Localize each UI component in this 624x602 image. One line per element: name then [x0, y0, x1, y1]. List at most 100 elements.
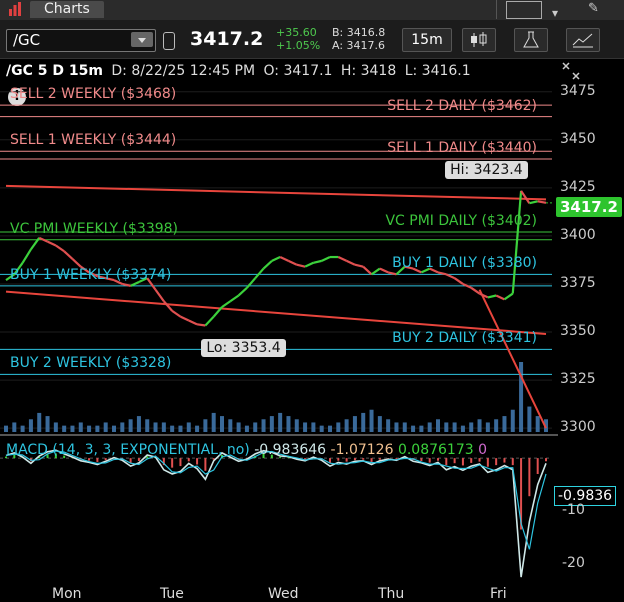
candle-style-button[interactable] [462, 28, 496, 52]
volume-bar [145, 419, 150, 432]
low-label: Lo: 3353.4 [201, 339, 286, 358]
price-segment [354, 263, 364, 268]
titlebar-divider [496, 0, 498, 19]
candlestick-icon [471, 32, 487, 47]
volume-bar [303, 422, 308, 432]
volume-bar [70, 425, 75, 432]
symbol-input[interactable]: /GC [6, 29, 156, 52]
volume-bar [419, 425, 424, 432]
timeframe-button[interactable]: 15m [402, 28, 452, 52]
volume-bar [452, 422, 457, 432]
price-segment [279, 256, 289, 262]
volume-bar [103, 422, 108, 432]
volume-bar [37, 412, 42, 432]
volume-bar [228, 419, 233, 432]
price-segment [313, 259, 322, 264]
link-icon[interactable] [163, 32, 175, 50]
price-segment [71, 258, 82, 268]
price-tick: 3300 [560, 419, 596, 436]
price-segment [487, 294, 497, 299]
studies-button[interactable] [514, 28, 548, 52]
net-change: +35.60 [276, 26, 317, 39]
volume-bar [394, 422, 399, 432]
volume-bar [477, 419, 482, 432]
price-segment [55, 244, 65, 253]
menu-dropdown-icon[interactable]: ▾ [552, 6, 558, 20]
percent-change: +1.05% [276, 39, 321, 52]
volume-bar [527, 406, 532, 432]
volume-bar [402, 422, 407, 432]
trendline [5, 290, 547, 335]
detach-window-button[interactable] [506, 1, 542, 19]
bid-price: B: 3416.8 [332, 26, 386, 39]
price-segment [346, 259, 356, 266]
drawings-button[interactable] [566, 28, 600, 52]
volume-bar [236, 422, 241, 432]
volume-bar [328, 425, 332, 432]
level-label-sell2_weekly: SELL 2 WEEKLY ($3468) [10, 86, 177, 103]
volume-bar [352, 416, 357, 432]
volume-bar [20, 425, 25, 432]
volume-bar [286, 416, 291, 432]
price-segment [163, 300, 173, 312]
level-label-sell1_weekly: SELL 1 WEEKLY ($3444) [10, 132, 177, 149]
price-segment [196, 323, 206, 327]
price-segment [304, 261, 314, 268]
volume-bar [28, 419, 33, 432]
price-segment [511, 190, 523, 294]
volume-bar [4, 425, 8, 432]
price-segment [470, 286, 481, 295]
price-tick: 3450 [560, 130, 596, 147]
chart-settings-icon[interactable] [560, 60, 582, 82]
price-segment [520, 190, 531, 204]
price-segment [296, 263, 306, 268]
symbol-dropdown-button[interactable] [131, 32, 153, 47]
macd-line [5, 449, 547, 578]
bar-low: L: 3416.1 [404, 63, 471, 79]
volume-bar [112, 425, 116, 432]
volume-bar [45, 416, 50, 432]
pin-icon[interactable]: ✎ [588, 1, 599, 16]
level-label-vc_daily: VC PMI DAILY ($3402) [385, 213, 537, 230]
level-label-vc_weekly: VC PMI WEEKLY ($3398) [10, 220, 179, 237]
chart-toolbar: /GC 3417.2 +35.60 +1.05% B: 3416.8 A: 34… [0, 20, 624, 59]
price-segment [262, 260, 273, 270]
volume-bar [294, 419, 299, 432]
volume-bar [161, 422, 166, 432]
price-segment [237, 286, 248, 297]
time-axis: Mon Tue Wed Thu Fri [0, 586, 558, 602]
volume-bar [535, 416, 540, 432]
price-tick: 3475 [560, 82, 596, 99]
price-segment [204, 315, 215, 327]
price-segment [47, 240, 57, 247]
macd-tick: -10 [562, 502, 585, 518]
bid-ask: B: 3416.8 A: 3417.6 [332, 26, 385, 52]
macd-legend: MACD (14, 3, 3, EXPONENTIAL, no) -0.9836… [6, 442, 487, 458]
price-segment [337, 256, 348, 262]
macd-flag: 0 [478, 442, 488, 458]
price-tick: 3350 [560, 323, 596, 340]
price-tick: 3375 [560, 274, 596, 291]
price-tick: 3400 [560, 226, 596, 243]
high-label: Hi: 3423.4 [445, 160, 528, 179]
price-tick: 3425 [560, 178, 596, 195]
price-segment [503, 292, 514, 301]
volume-bar [502, 416, 507, 432]
charts-icon [9, 2, 21, 16]
price-segment [453, 277, 464, 285]
symbol-text: /GC [13, 31, 41, 49]
macd-diff: 0.0876173 [397, 442, 474, 458]
level-label-buy2_weekly: BUY 2 WEEKLY ($3328) [10, 355, 172, 372]
price-tick: 3325 [560, 371, 596, 388]
volume-bar [170, 425, 175, 432]
pane-divider[interactable] [0, 434, 558, 436]
drawing-tools-icon [572, 33, 593, 48]
volume-bar [369, 409, 374, 432]
volume-bar [12, 422, 17, 432]
volume-bar [178, 425, 183, 432]
volume-bar [485, 422, 490, 432]
volume-bar [361, 412, 366, 432]
last-price: 3417.2 [190, 28, 264, 50]
volume-bar [128, 419, 133, 432]
level-label-buy1_daily: BUY 1 DAILY ($3380) [392, 255, 537, 272]
